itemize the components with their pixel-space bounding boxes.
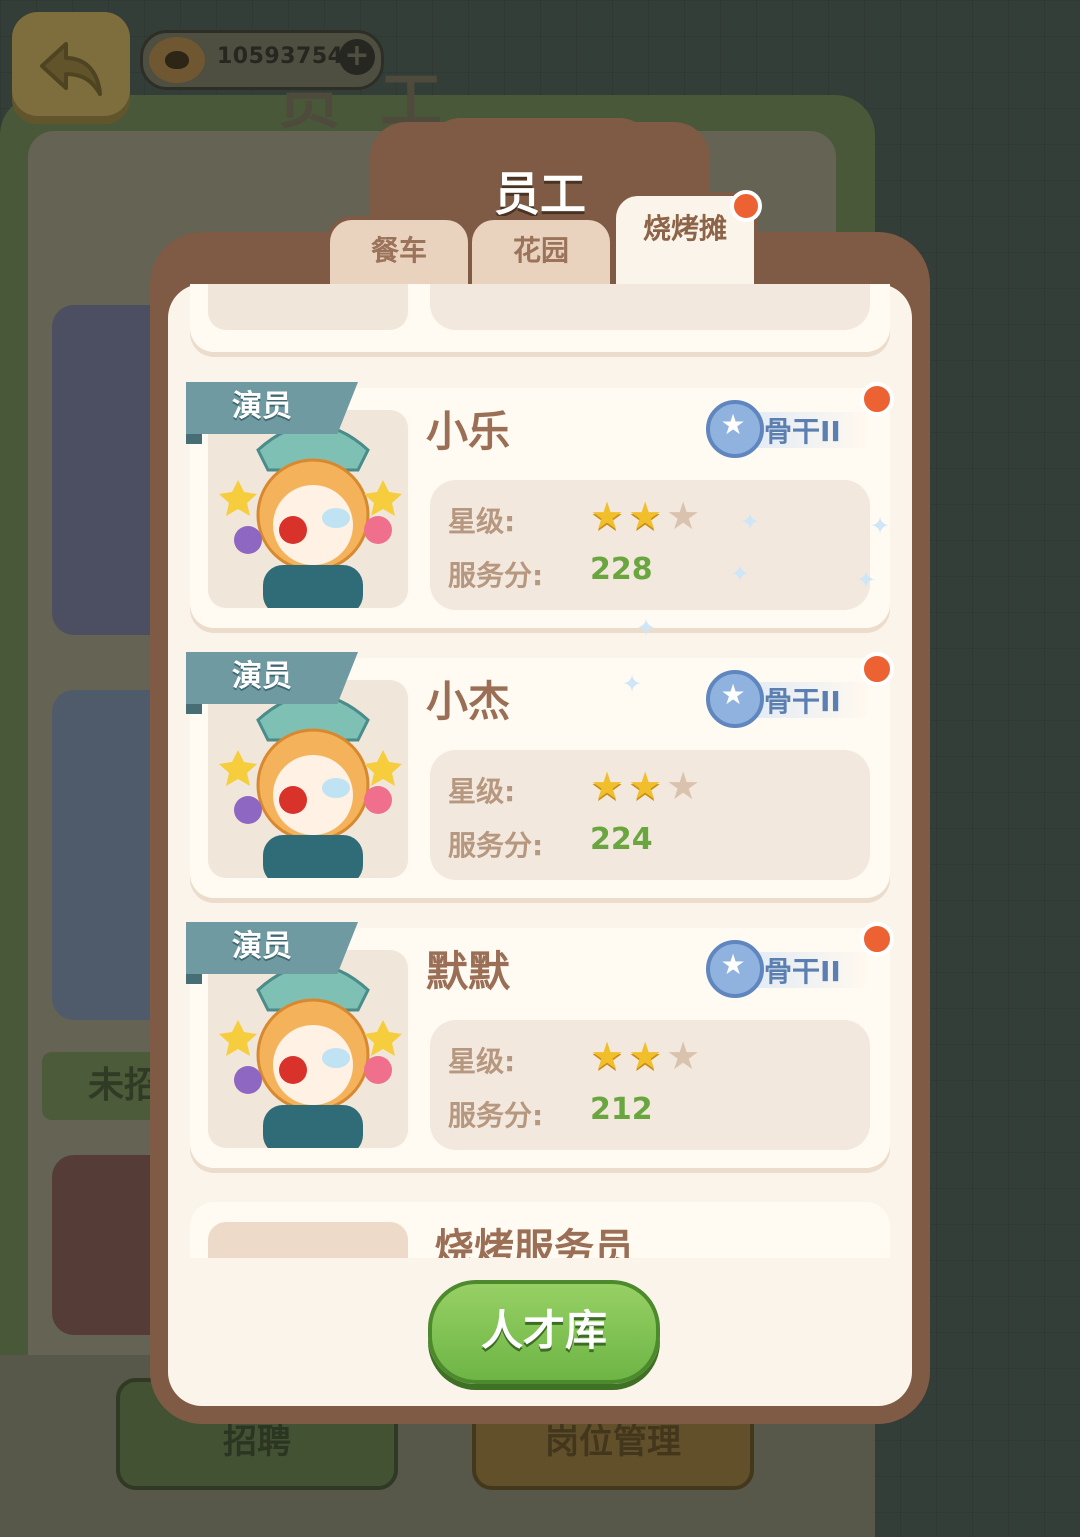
sparkle-icon: ✦ (856, 566, 877, 594)
tab-bbq-stall-label: 烧烤摊 (642, 212, 727, 245)
staff-name: 小杰 (426, 677, 511, 726)
star-rating: ★ ★ ★ (590, 1034, 704, 1078)
tab-food-truck[interactable]: 餐车 (326, 216, 472, 290)
clown-avatar-icon (219, 963, 402, 1148)
staff-avatar (208, 410, 408, 608)
vacant-position-title: 烧烤服务员 (434, 1226, 634, 1258)
role-ribbon-fold (186, 974, 202, 984)
role-ribbon: 演员 (186, 382, 358, 434)
star-rating: ★ ★ ★ (590, 494, 704, 538)
talent-pool-button[interactable]: 人才库 (428, 1280, 660, 1384)
notice-dot (860, 922, 894, 956)
vacant-staff-card[interactable]: 烧烤服务员 (190, 1202, 890, 1258)
rank-label: 骨干II (764, 415, 841, 448)
staff-stats-box (430, 284, 870, 330)
service-score-value: 228 (590, 552, 653, 587)
service-score-value: 212 (590, 1092, 653, 1127)
service-score-label: 服务分: (448, 1099, 544, 1132)
staff-card-partial[interactable] (190, 284, 890, 352)
rank-label: 骨干II (764, 685, 841, 718)
role-ribbon-fold (186, 704, 202, 714)
star-icon: ★ (666, 494, 701, 538)
staff-card[interactable]: 演员 默默 ★ 骨干II 星级: ★ ★ ★ 服务分: 212 (186, 922, 894, 1168)
star-level-label: 星级: (448, 505, 516, 538)
tab-garden[interactable]: 花园 (468, 216, 614, 290)
staff-card[interactable]: 演员 小乐 ★ 骨干II 星级: ★ ★ ★ 服务分: 228 (186, 382, 894, 628)
staff-avatar (208, 950, 408, 1148)
star-medal-icon: ★ (706, 670, 764, 728)
staff-stats-box: 星级: ★ ★ ★ 服务分: 228 (430, 480, 870, 610)
notice-dot (860, 652, 894, 686)
tab-bbq-stall[interactable]: 烧烤摊 (612, 190, 762, 290)
staff-avatar (208, 680, 408, 878)
staff-name: 小乐 (426, 407, 511, 456)
tab-notice-dot (730, 190, 762, 222)
rank-label: 骨干II (764, 955, 841, 988)
star-medal-icon: ★ (706, 940, 764, 998)
staff-stats-box: 星级: ★ ★ ★ 服务分: 212 (430, 1020, 870, 1150)
star-level-label: 星级: (448, 775, 516, 808)
rank-badge: ★ 骨干II (706, 940, 866, 998)
sparkle-icon: ✦ (636, 614, 657, 642)
service-score-label: 服务分: (448, 559, 544, 592)
star-icon: ★ (666, 1034, 701, 1078)
staff-stats-box: 星级: ★ ★ ★ 服务分: 224 (430, 750, 870, 880)
notice-dot (860, 382, 894, 416)
staff-list[interactable]: 演员 小乐 ★ 骨干II 星级: ★ ★ ★ 服务分: 228 演员 小杰 ★ … (168, 284, 912, 1258)
sparkle-icon: ✦ (740, 508, 761, 536)
role-ribbon: 演员 (186, 922, 358, 974)
star-medal-icon: ★ (706, 400, 764, 458)
service-score-value: 224 (590, 822, 653, 857)
star-icon: ★ (628, 764, 663, 808)
role-ribbon: 演员 (186, 652, 358, 704)
star-icon: ★ (590, 764, 625, 808)
star-icon: ★ (590, 494, 625, 538)
star-icon: ★ (628, 494, 663, 538)
star-icon: ★ (628, 1034, 663, 1078)
sparkle-icon: ✦ (622, 670, 643, 698)
sparkle-icon: ✦ (870, 512, 891, 540)
sparkle-icon: ✦ (730, 560, 751, 588)
role-ribbon-fold (186, 434, 202, 444)
staff-name: 默默 (426, 947, 511, 996)
rank-badge: ★ 骨干II (706, 670, 866, 728)
star-icon: ★ (590, 1034, 625, 1078)
clown-avatar-icon (219, 423, 402, 608)
staff-avatar (208, 284, 408, 330)
clown-avatar-icon (219, 693, 402, 878)
vacant-avatar (208, 1222, 408, 1258)
star-level-label: 星级: (448, 1045, 516, 1078)
rank-badge: ★ 骨干II (706, 400, 866, 458)
star-icon: ★ (666, 764, 701, 808)
staff-card[interactable]: 演员 小杰 ★ 骨干II 星级: ★ ★ ★ 服务分: 224 (186, 652, 894, 898)
service-score-label: 服务分: (448, 829, 544, 862)
star-rating: ★ ★ ★ (590, 764, 704, 808)
